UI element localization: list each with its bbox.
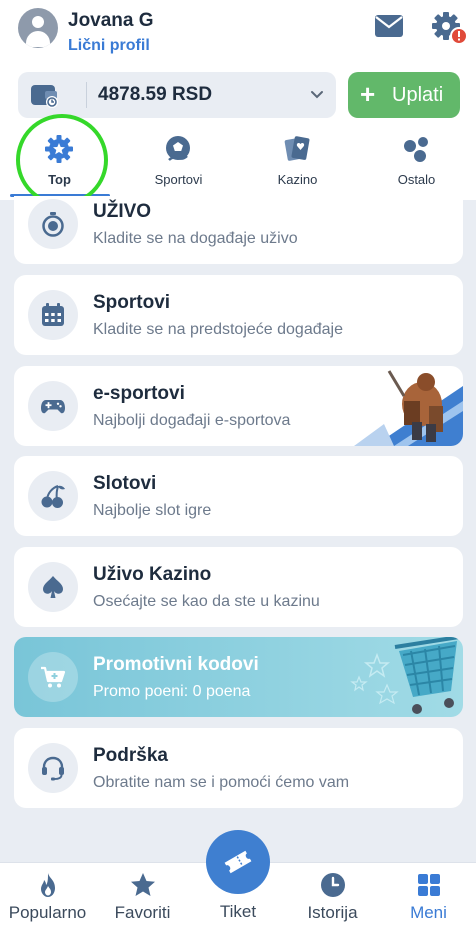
menu-item-uzivo[interactable]: UŽIVO Kladite se na događaje uživo: [14, 196, 463, 264]
gear-icon[interactable]: [430, 10, 468, 46]
menu-item-podrska[interactable]: Podrška Obratite nam se i pomoći ćemo va…: [14, 728, 463, 808]
tab-label: Ostalo: [397, 172, 436, 187]
balance-amount: 4878.59 RSD: [98, 84, 213, 105]
mail-icon[interactable]: [374, 14, 404, 38]
highlight-circle: [16, 114, 108, 206]
icon-badge: [28, 743, 78, 793]
icon-badge: [28, 290, 78, 340]
ticket-icon: [224, 850, 252, 874]
deposit-button[interactable]: + Uplati: [348, 72, 460, 118]
icon-badge: [28, 381, 78, 431]
nav-label: Popularno: [8, 903, 87, 922]
star-icon: [131, 873, 155, 896]
cart-icon: [41, 666, 66, 688]
ticket-label: Tiket: [219, 902, 257, 921]
stopwatch-icon: [42, 212, 64, 237]
dots-icon: [404, 137, 428, 162]
menu-item-subtitle: Najbolji događaji e-sportova: [93, 412, 291, 429]
menu-item-subtitle: Kladite se na događaje uživo: [93, 230, 298, 247]
menu-list: UŽIVO Kladite se na događaje uživo Sport…: [0, 196, 476, 861]
tab-label: Kazino: [277, 172, 318, 187]
tab-ostalo[interactable]: Ostalo: [357, 128, 476, 196]
profile-link[interactable]: Lični profil: [68, 37, 150, 55]
menu-item-subtitle: Kladite se na predstojeće događaje: [93, 321, 343, 338]
ticket-button[interactable]: [206, 830, 270, 894]
nav-history[interactable]: Istorija: [285, 863, 380, 932]
shopping-basket-image: [350, 637, 460, 714]
nav-favorites[interactable]: Favoriti: [95, 863, 190, 932]
menu-item-title: Uživo Kazino: [93, 564, 212, 585]
menu-item-subtitle: Promo poeni: 0 poena: [93, 683, 251, 700]
tab-sportovi[interactable]: Sportovi: [119, 128, 238, 196]
esports-character-image: [354, 370, 463, 446]
menu-item-sportovi[interactable]: Sportovi Kladite se na predstojeće događ…: [14, 275, 463, 355]
nav-label: Meni: [410, 903, 447, 922]
menu-item-title: UŽIVO: [93, 201, 152, 222]
menu-item-promo-codes[interactable]: Promotivni kodovi Promo poeni: 0 poena: [14, 637, 463, 717]
menu-item-subtitle: Obratite nam se i pomoći ćemo vam: [93, 774, 350, 791]
menu-item-title: Podrška: [93, 745, 168, 766]
icon-badge: [28, 199, 78, 249]
chevron-down-icon: [311, 91, 323, 99]
tab-label: Sportovi: [154, 172, 203, 187]
nav-label: Istorija: [307, 903, 358, 922]
spade-icon: [43, 576, 63, 598]
menu-item-subtitle: Najbolje slot igre: [93, 502, 212, 519]
ball-icon: [166, 136, 190, 161]
plus-icon: +: [360, 79, 376, 109]
calendar-icon: [42, 303, 64, 326]
menu-item-slotovi[interactable]: Slotovi Najbolje slot igre: [14, 456, 463, 536]
grid-icon: [418, 874, 440, 896]
gamepad-icon: [41, 400, 65, 414]
menu-item-title: Promotivni kodovi: [93, 654, 259, 675]
menu-item-esportovi[interactable]: e-sportovi Najbolji događaji e-sportova: [14, 366, 463, 446]
nav-label: Favoriti: [114, 903, 171, 922]
avatar[interactable]: [18, 8, 58, 48]
menu-item-uzivo-kazino[interactable]: Uživo Kazino Osećajte se kao da ste u ka…: [14, 547, 463, 627]
cards-icon: [284, 136, 310, 161]
icon-badge: [28, 562, 78, 612]
nav-popular[interactable]: Popularno: [0, 863, 95, 932]
user-name: Jovana G: [68, 10, 154, 31]
flame-icon: [41, 873, 55, 897]
menu-item-title: e-sportovi: [93, 383, 185, 404]
nav-menu[interactable]: Meni: [381, 863, 476, 932]
menu-item-title: Slotovi: [93, 473, 157, 494]
icon-badge: [28, 471, 78, 521]
balance-divider: [86, 82, 87, 108]
wallet-icon: [31, 85, 58, 108]
deposit-label: Uplati: [392, 84, 444, 106]
clock-icon: [321, 873, 345, 897]
icon-badge: [28, 652, 78, 702]
headset-icon: [42, 756, 64, 781]
balance-selector[interactable]: 4878.59 RSD: [18, 72, 336, 118]
menu-item-subtitle: Osećajte se kao da ste u kazinu: [93, 593, 320, 610]
menu-item-title: Sportovi: [93, 292, 171, 313]
tab-kazino[interactable]: Kazino: [238, 128, 357, 196]
cherries-icon: [41, 485, 65, 508]
